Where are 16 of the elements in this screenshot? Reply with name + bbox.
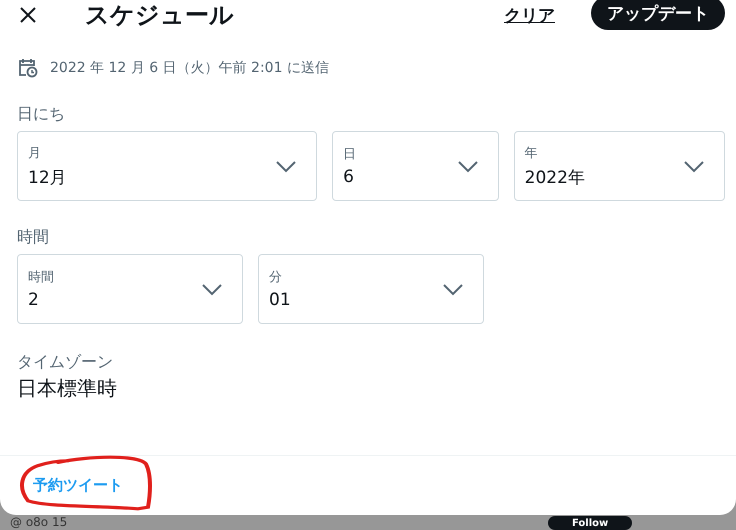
timezone-value: 日本標準時 bbox=[16, 375, 118, 402]
update-button[interactable]: アップデート bbox=[591, 0, 725, 30]
calendar-clock-icon bbox=[17, 57, 38, 78]
select-field[interactable]: 月 12月 bbox=[17, 131, 318, 201]
username-text: @ o8o 15 bbox=[10, 515, 68, 529]
select-field[interactable]: 年 2022年 bbox=[514, 131, 725, 201]
dialog-title: スケジュール bbox=[85, 0, 235, 31]
timezone-label: タイムゾーン bbox=[16, 352, 114, 373]
section-label: 時間 bbox=[16, 227, 50, 248]
select-field[interactable]: 時間 2 bbox=[17, 254, 243, 324]
clear-link[interactable]: クリア bbox=[504, 4, 555, 26]
select-field[interactable]: 日 6 bbox=[332, 131, 499, 201]
follow-button[interactable]: Follow bbox=[548, 516, 632, 530]
send-time-text: 2022 年 12 月 6 日（火）午前 2:01 に送信 bbox=[50, 58, 329, 76]
select-field[interactable]: 分 01 bbox=[258, 254, 484, 324]
section-label: 日にち bbox=[16, 104, 66, 125]
